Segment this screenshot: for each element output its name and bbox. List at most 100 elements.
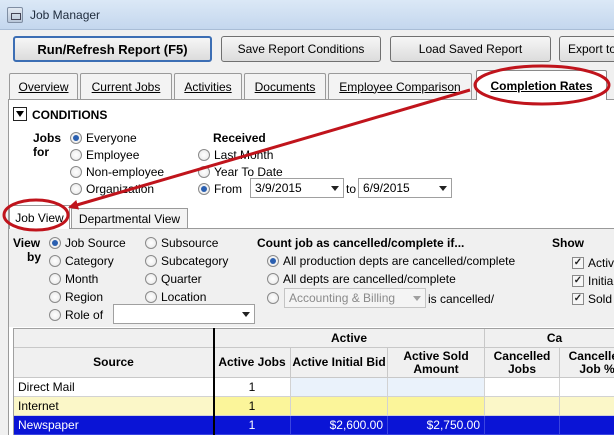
count-header: Count job as cancelled/complete if... [257, 236, 465, 250]
app-icon [7, 7, 23, 23]
table-row-selected[interactable]: Newspaper 1 $2,600.00 $2,750.00 [14, 416, 614, 435]
label-job-source: Job Source [65, 236, 126, 250]
header-cancelled-jobs[interactable]: Cancelled Jobs [485, 348, 560, 378]
label-month: Month [65, 272, 99, 286]
save-conditions-button[interactable]: Save Report Conditions [221, 36, 381, 62]
to-label: to [346, 182, 357, 196]
label-show-sold: Sold [588, 292, 613, 306]
radio-organization[interactable] [70, 183, 82, 195]
label-show-initial: Initial [588, 274, 614, 288]
header-cancelled-job-pct[interactable]: Cancelled Job % [560, 348, 614, 378]
header-group-cancelled: Ca [485, 329, 614, 348]
cell-sold-amount [388, 378, 485, 397]
tab-completion-rates[interactable]: Completion Rates [476, 70, 607, 100]
to-date-picker[interactable]: 6/9/2015 [358, 178, 452, 198]
checkbox-active[interactable]: ✓ [572, 257, 584, 269]
label-non-employee: Non-employee [86, 165, 165, 179]
header-active-sold-amount[interactable]: Active Sold Amount [388, 348, 485, 378]
cell-active-jobs: 1 [214, 397, 291, 416]
conditions-header: CONDITIONS [32, 108, 108, 122]
radio-employee[interactable] [70, 149, 82, 161]
checkbox-initial[interactable]: ✓ [572, 275, 584, 287]
label-show-active: Active [588, 256, 614, 270]
column-divider-line [213, 328, 215, 435]
cell-cancelled-jobs [485, 416, 560, 435]
radio-category[interactable] [49, 255, 61, 267]
tab-activities[interactable]: Activities [174, 73, 242, 99]
label-organization: Organization [86, 182, 155, 196]
tab-documents[interactable]: Documents [244, 73, 326, 99]
tab-overview[interactable]: Overview [9, 73, 78, 99]
radio-job-source[interactable] [49, 237, 61, 249]
radio-month[interactable] [49, 273, 61, 285]
cell-cancelled-jobs [485, 397, 560, 416]
radio-all-depts[interactable] [267, 273, 279, 285]
cell-source: Internet [14, 397, 214, 416]
label-year-to-date: Year To Date [214, 165, 283, 179]
export-button[interactable]: Export to [559, 36, 614, 62]
label-employee: Employee [86, 148, 140, 162]
header-blank [14, 329, 214, 348]
chevron-down-icon [242, 312, 250, 317]
radio-from[interactable] [198, 183, 210, 195]
show-header: Show [552, 236, 584, 250]
radio-subcategory[interactable] [145, 255, 157, 267]
label-subsource: Subsource [161, 236, 219, 250]
cell-sold-amount [388, 397, 485, 416]
label-all-production-depts: All production depts are cancelled/compl… [283, 254, 516, 268]
radio-subsource[interactable] [145, 237, 157, 249]
label-region: Region [65, 290, 104, 304]
label-last-month: Last Month [214, 148, 274, 162]
jobs-for-label: Jobs [33, 131, 62, 145]
window-title: Job Manager [30, 8, 101, 22]
cell-active-jobs: 1 [214, 416, 291, 435]
label-everyone: Everyone [86, 131, 137, 145]
radio-non-employee[interactable] [70, 166, 82, 178]
from-date-picker[interactable]: 3/9/2015 [250, 178, 344, 198]
cell-cancelled-pct [560, 378, 614, 397]
cell-active-jobs: 1 [214, 378, 291, 397]
cell-initial-bid [291, 378, 388, 397]
role-of-select[interactable] [113, 304, 255, 324]
checkbox-sold[interactable]: ✓ [572, 293, 584, 305]
view-by-label: View [13, 236, 41, 250]
label-from: From [214, 182, 242, 196]
dept-suffix-label: is cancelled/ [428, 292, 495, 306]
results-table: Active Ca Source Active Jobs Active Init… [13, 328, 614, 435]
radio-region[interactable] [49, 291, 61, 303]
run-refresh-button[interactable]: Run/Refresh Report (F5) [13, 36, 212, 62]
table-row[interactable]: Internet 1 [14, 397, 614, 416]
cell-cancelled-jobs [485, 378, 560, 397]
subtab-job-view[interactable]: Job View [9, 205, 70, 229]
cell-source: Newspaper [14, 416, 214, 435]
dept-select[interactable]: Accounting & Billing [284, 288, 426, 308]
header-source[interactable]: Source [14, 348, 214, 378]
cell-cancelled-pct [560, 416, 614, 435]
subtab-departmental-view[interactable]: Departmental View [71, 208, 188, 228]
tab-employee-comparison[interactable]: Employee Comparison [328, 73, 472, 99]
radio-role-of[interactable] [49, 309, 61, 321]
collapse-toggle-icon[interactable] [13, 107, 27, 121]
radio-last-month[interactable] [198, 149, 210, 161]
header-group-active: Active [214, 329, 485, 348]
chevron-down-icon [331, 186, 339, 191]
load-report-button[interactable]: Load Saved Report [390, 36, 551, 62]
cell-source: Direct Mail [14, 378, 214, 397]
received-label: Received [213, 131, 266, 145]
label-subcategory: Subcategory [161, 254, 229, 268]
tab-current-jobs[interactable]: Current Jobs [80, 73, 172, 99]
table-row[interactable]: Direct Mail 1 [14, 378, 614, 397]
radio-all-production-depts[interactable] [267, 255, 279, 267]
label-all-depts: All depts are cancelled/complete [283, 272, 456, 286]
radio-year-to-date[interactable] [198, 166, 210, 178]
label-role-of: Role of [65, 308, 104, 322]
radio-quarter[interactable] [145, 273, 157, 285]
radio-everyone[interactable] [70, 132, 82, 144]
radio-specific-dept[interactable] [267, 292, 279, 304]
title-bar: Job Manager [0, 0, 614, 30]
header-active-jobs[interactable]: Active Jobs [214, 348, 291, 378]
header-active-initial-bid[interactable]: Active Initial Bid [291, 348, 388, 378]
radio-location[interactable] [145, 291, 157, 303]
chevron-down-icon [413, 296, 421, 301]
jobs-for-label-2: for [33, 145, 49, 159]
